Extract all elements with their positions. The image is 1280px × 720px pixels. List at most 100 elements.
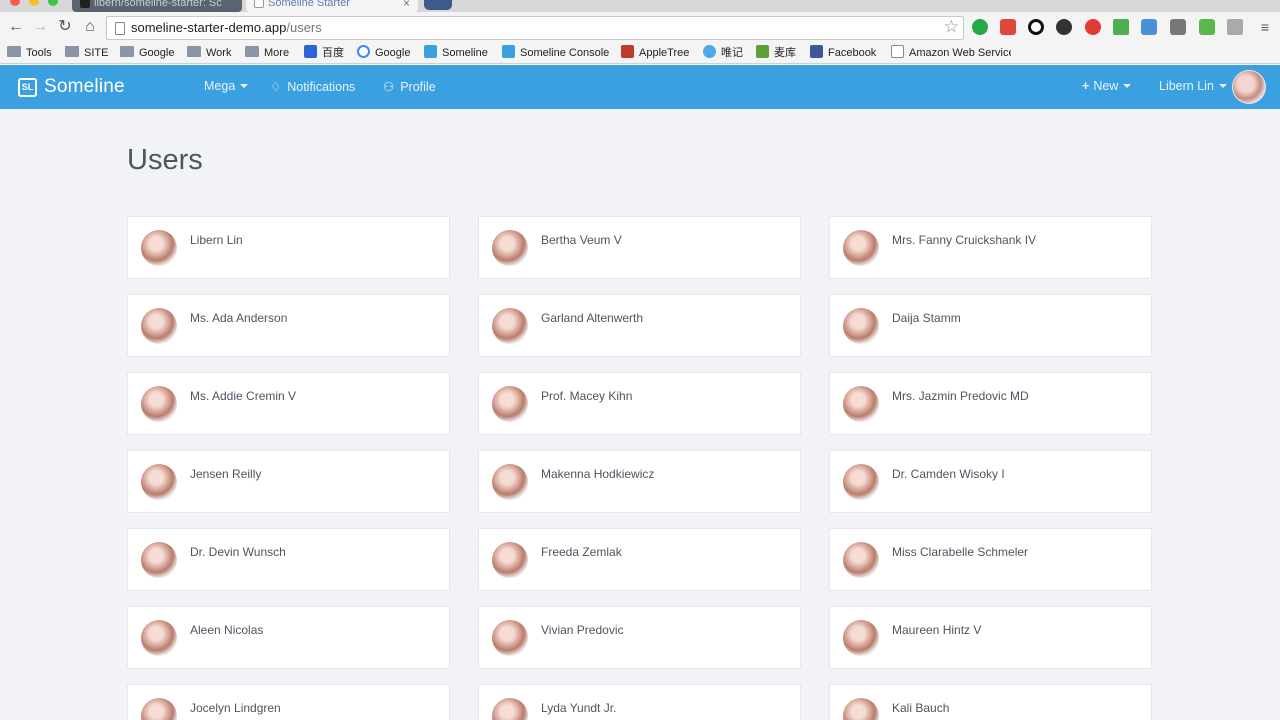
bookmark-weiji[interactable]: 唯记	[703, 45, 743, 61]
user-name: Jensen Reilly	[190, 467, 262, 481]
user-card[interactable]: Prof. Macey Kihn	[478, 372, 801, 435]
avatar	[492, 464, 528, 500]
folder-icon	[120, 46, 134, 57]
bookmark-baidu[interactable]: 百度	[304, 45, 344, 61]
edit-extension-icon[interactable]	[1199, 19, 1215, 35]
avatar	[843, 698, 879, 720]
user-card[interactable]: Dr. Devin Wunsch	[127, 528, 450, 591]
user-card[interactable]: Freeda Zemlak	[478, 528, 801, 591]
avatar	[141, 308, 177, 344]
plus-icon: +	[1082, 79, 1090, 93]
tab-github[interactable]: libern/someline-starter: Sc	[72, 0, 242, 12]
user-card[interactable]: Jocelyn Lindgren	[127, 684, 450, 720]
nav-profile[interactable]: ⚇ Profile	[383, 79, 436, 94]
back-icon[interactable]: ←	[5, 16, 27, 38]
user-name: Ms. Addie Cremin V	[190, 389, 297, 403]
user-card[interactable]: Dr. Camden Wisoky I	[829, 450, 1152, 513]
vue-extension-icon[interactable]	[1227, 19, 1243, 35]
home-icon[interactable]: ⌂	[79, 16, 101, 38]
user-name: Miss Clarabelle Schmeler	[892, 545, 1029, 559]
flag-extension-icon[interactable]	[1000, 19, 1016, 35]
grammarly-extension-icon[interactable]	[972, 19, 988, 35]
menu-icon[interactable]: ≡	[1254, 16, 1276, 38]
nav-new-dropdown[interactable]: + New	[1082, 79, 1132, 93]
tab-someline-starter[interactable]: Someline Starter ×	[246, 0, 418, 12]
user-icon: ⚇	[383, 80, 395, 94]
forward-icon[interactable]: →	[29, 16, 51, 38]
user-card[interactable]: Makenna Hodkiewicz	[478, 450, 801, 513]
user-name: Dr. Camden Wisoky I	[892, 467, 1005, 481]
bookmark-google-folder[interactable]: Google	[120, 45, 174, 61]
translate-extension-icon[interactable]	[1170, 19, 1186, 35]
user-card[interactable]: Vivian Predovic	[478, 606, 801, 669]
opera-extension-icon[interactable]	[1085, 19, 1101, 35]
user-card[interactable]: Aleen Nicolas	[127, 606, 450, 669]
folder-icon	[7, 46, 21, 57]
bookmark-tools[interactable]: Tools	[7, 45, 52, 61]
bookmark-aws[interactable]: Amazon Web Service	[891, 45, 1011, 61]
bookmark-google[interactable]: Google	[357, 45, 410, 61]
user-name: Maureen Hintz V	[892, 623, 982, 637]
app-navbar: SL Someline Mega ♢ Notifications ⚇ Profile…	[0, 65, 1280, 109]
user-card[interactable]: Kali Bauch	[829, 684, 1152, 720]
user-card[interactable]: Ms. Ada Anderson	[127, 294, 450, 357]
user-name: Ms. Ada Anderson	[190, 311, 288, 325]
user-name: Mrs. Jazmin Predovic MD	[892, 389, 1029, 403]
new-tab-button[interactable]	[424, 0, 452, 10]
bookmark-appletree[interactable]: AppleTree	[621, 45, 689, 61]
address-bar[interactable]: someline-starter-demo.app/users ☆	[106, 16, 964, 40]
user-card[interactable]: Jensen Reilly	[127, 450, 450, 513]
chart-extension-icon[interactable]	[1113, 19, 1129, 35]
download-extension-icon[interactable]	[1141, 19, 1157, 35]
avatar	[492, 620, 528, 656]
folder-icon	[187, 46, 201, 57]
nav-mega-dropdown[interactable]: Mega	[204, 79, 249, 93]
user-card[interactable]: Maureen Hintz V	[829, 606, 1152, 669]
user-card[interactable]: Lyda Yundt Jr.	[478, 684, 801, 720]
reload-icon[interactable]: ↻	[54, 16, 76, 38]
browser-toolbar: ← → ↻ ⌂ someline-starter-demo.app/users …	[0, 12, 1280, 42]
close-window-button[interactable]	[10, 0, 20, 6]
user-name: Bertha Veum V	[541, 233, 622, 247]
bookmarks-bar: Tools SITE Google Work More 百度 Google So…	[0, 42, 1280, 64]
user-card[interactable]: Daija Stamm	[829, 294, 1152, 357]
user-avatar[interactable]	[1232, 70, 1266, 104]
bookmark-someline-console[interactable]: Someline Console	[502, 45, 609, 61]
avatar	[492, 698, 528, 720]
page-icon	[891, 45, 904, 58]
bookmark-site[interactable]: SITE	[65, 45, 108, 61]
close-tab-icon[interactable]: ×	[403, 0, 410, 12]
user-card[interactable]: Bertha Veum V	[478, 216, 801, 279]
dark-extension-icon[interactable]	[1056, 19, 1072, 35]
bookmark-maiku[interactable]: 麦库	[756, 45, 796, 61]
user-card[interactable]: Ms. Addie Cremin V	[127, 372, 450, 435]
bookmark-someline[interactable]: Someline	[424, 45, 488, 61]
bookmark-star-icon[interactable]: ☆	[944, 17, 959, 37]
avatar	[492, 308, 528, 344]
folder-icon	[65, 46, 79, 57]
user-name: Daija Stamm	[892, 311, 961, 325]
avatar	[141, 620, 177, 656]
user-card[interactable]: Mrs. Jazmin Predovic MD	[829, 372, 1152, 435]
nav-notifications[interactable]: ♢ Notifications	[270, 79, 355, 94]
user-card[interactable]: Mrs. Fanny Cruickshank IV	[829, 216, 1152, 279]
someline-logo[interactable]: SL Someline	[18, 76, 125, 98]
bookmark-more[interactable]: More	[245, 45, 289, 61]
bookmark-facebook[interactable]: Facebook	[810, 45, 876, 61]
tab-title: libern/someline-starter: Sc	[94, 0, 222, 9]
circle-extension-icon[interactable]	[1028, 19, 1044, 35]
user-card[interactable]: Garland Altenwerth	[478, 294, 801, 357]
caret-down-icon	[1218, 84, 1227, 88]
bookmark-work[interactable]: Work	[187, 45, 231, 61]
avatar	[843, 464, 879, 500]
page-icon	[115, 22, 125, 35]
logo-text: Someline	[44, 76, 125, 97]
nav-user-dropdown[interactable]: Libern Lin	[1159, 79, 1227, 93]
avatar	[843, 386, 879, 422]
minimize-window-button[interactable]	[29, 0, 39, 6]
user-card[interactable]: Libern Lin	[127, 216, 450, 279]
user-name: Freeda Zemlak	[541, 545, 622, 559]
avatar	[492, 230, 528, 266]
user-card[interactable]: Miss Clarabelle Schmeler	[829, 528, 1152, 591]
zoom-window-button[interactable]	[48, 0, 58, 6]
